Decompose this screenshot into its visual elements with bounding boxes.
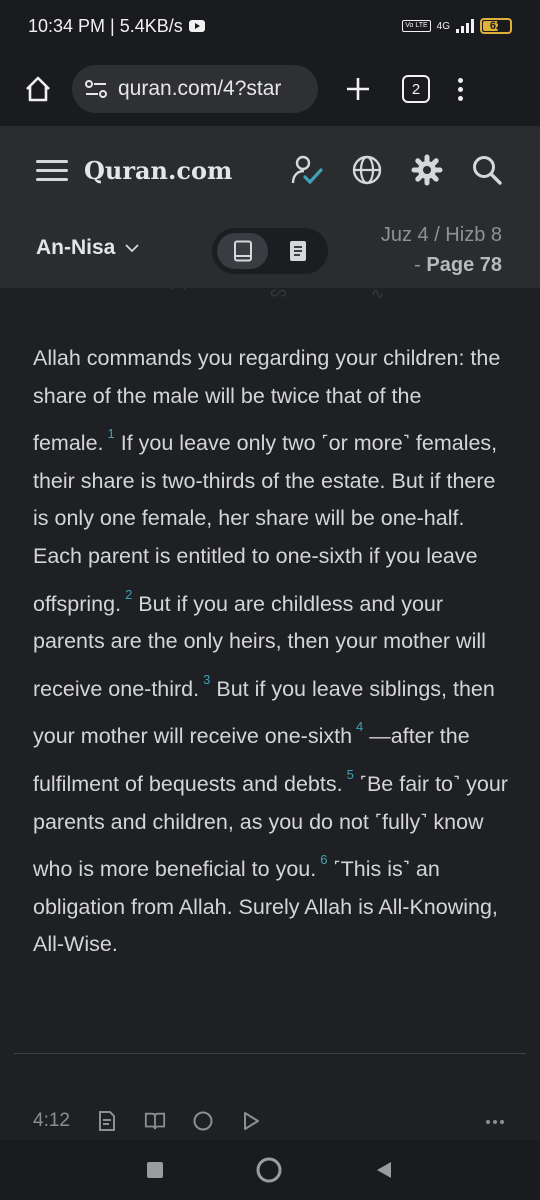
site-header: Quran.com — [0, 126, 540, 214]
page-number: Page 78 — [426, 254, 502, 276]
surah-name: An-Nisa — [36, 236, 116, 259]
juz-page-info: Juz 4 / Hizb 8 - Page 78 — [381, 220, 502, 280]
globe-icon[interactable] — [350, 153, 384, 187]
home-button[interactable] — [14, 65, 62, 113]
system-navigation-bar — [0, 1140, 540, 1200]
volte-badge: Vo LTE — [402, 20, 431, 32]
home-icon — [26, 76, 50, 102]
chevron-down-icon — [125, 244, 139, 253]
footnote-marker[interactable]: 5 — [343, 767, 360, 782]
more-vertical-icon[interactable] — [458, 77, 463, 101]
footnote-marker[interactable]: 2 — [121, 587, 138, 602]
document-icon — [289, 241, 306, 261]
verse-divider — [14, 1053, 526, 1054]
browser-toolbar: quran.com/4?star 2 — [0, 52, 540, 126]
recents-square-icon[interactable] — [145, 1160, 165, 1180]
plus-icon — [347, 78, 369, 100]
footnote-marker[interactable]: 3 — [199, 672, 216, 687]
search-icon[interactable] — [470, 153, 504, 187]
verse-key[interactable]: 4:12 — [33, 1110, 70, 1132]
tab-count: 2 — [411, 80, 421, 98]
footnote-marker[interactable]: 4 — [352, 719, 369, 734]
network-type: 4G — [436, 20, 450, 32]
battery-level: 62 — [489, 20, 503, 32]
page-prefix: - — [414, 254, 427, 276]
verse-translation: Allah commands you regarding your childr… — [33, 340, 511, 964]
more-horizontal-icon[interactable] — [486, 1120, 504, 1124]
gear-icon[interactable] — [410, 153, 444, 187]
user-check-icon[interactable] — [290, 153, 324, 187]
footnote-marker[interactable]: 6 — [316, 852, 333, 867]
site-logo[interactable]: Quran.com — [84, 156, 232, 185]
site-settings-icon[interactable] — [84, 79, 108, 99]
faded-arabic-text: ⌒ ∽ ∿ — [170, 288, 425, 303]
hamburger-icon[interactable] — [36, 159, 68, 181]
header-icons — [290, 153, 504, 187]
status-right: Vo LTE 4G 62 — [402, 18, 512, 34]
book-icon — [233, 240, 252, 262]
tabs-icon[interactable]: 2 — [402, 75, 430, 103]
translation-segment: If you leave only two ˹or more˺ females,… — [33, 431, 498, 616]
book-open-icon[interactable] — [144, 1110, 166, 1132]
url-text: quran.com/4?star — [118, 77, 282, 100]
youtube-notification-icon — [188, 20, 205, 32]
chat-icon[interactable] — [192, 1110, 214, 1132]
play-icon[interactable] — [240, 1110, 262, 1132]
verse-actions: 4:12 — [33, 1110, 262, 1132]
page-number-line: - Page 78 — [381, 250, 502, 280]
reading-sub-header: An-Nisa Juz 4 / Hizb 8 - Page 78 — [0, 214, 540, 502]
address-bar[interactable]: quran.com/4?star — [72, 65, 318, 113]
signal-icon — [456, 19, 474, 33]
status-left: 10:34 PM | 5.4KB/s — [28, 16, 205, 37]
reading-mode-button[interactable] — [272, 233, 323, 269]
back-triangle-icon[interactable] — [373, 1159, 395, 1181]
footnote-marker[interactable]: 1 — [104, 426, 121, 441]
juz-hizb: Juz 4 / Hizb 8 — [380, 224, 502, 246]
notes-icon[interactable] — [96, 1110, 118, 1132]
new-tab-button[interactable] — [340, 65, 376, 113]
home-circle-icon[interactable] — [255, 1156, 283, 1184]
translation-mode-button[interactable] — [217, 233, 268, 269]
status-bar: 10:34 PM | 5.4KB/s Vo LTE 4G 62 — [0, 0, 540, 52]
reading-mode-toggle — [212, 228, 328, 274]
battery-icon: 62 — [480, 18, 512, 34]
status-time-speed: 10:34 PM | 5.4KB/s — [28, 15, 183, 36]
surah-selector[interactable]: An-Nisa — [36, 236, 139, 260]
verse-content: ⌒ ∽ ∿ Allah commands you regarding your … — [0, 288, 540, 1140]
